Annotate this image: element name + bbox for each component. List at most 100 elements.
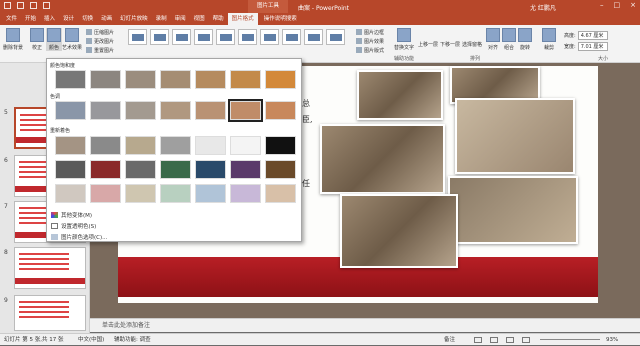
picture-style[interactable] — [282, 29, 301, 45]
notes-pane[interactable]: 单击此处添加备注 — [90, 318, 640, 332]
saturation-swatch[interactable] — [160, 70, 191, 89]
tab-picture-format[interactable]: 图片格式 — [227, 13, 258, 25]
tab-file[interactable]: 文件 — [2, 13, 21, 25]
corrections-button[interactable]: 校正 — [30, 28, 44, 51]
tone-swatch[interactable] — [90, 101, 121, 120]
picture-color-options-item[interactable]: 图片颜色选项(C)... — [51, 233, 107, 241]
crop-button[interactable]: 裁剪 — [542, 28, 556, 51]
photo-airship[interactable] — [455, 98, 575, 174]
reset-picture-button[interactable]: 重置图片 — [86, 47, 114, 54]
recolor-swatch[interactable] — [265, 160, 296, 179]
tab-view[interactable]: 视图 — [190, 13, 209, 25]
recolor-swatch[interactable] — [55, 136, 86, 155]
close-icon[interactable]: × — [630, 1, 636, 9]
minimize-icon[interactable]: – — [600, 1, 604, 9]
recolor-swatch[interactable] — [90, 184, 121, 203]
recolor-swatch[interactable] — [230, 184, 261, 203]
photo-cannon-soldiers[interactable] — [320, 124, 445, 194]
recolor-swatch[interactable] — [125, 184, 156, 203]
tone-swatch[interactable] — [55, 101, 86, 120]
photo-troops[interactable] — [357, 70, 443, 120]
present-icon[interactable] — [43, 2, 50, 9]
tab-insert[interactable]: 插入 — [40, 13, 59, 25]
reading-view-icon[interactable] — [506, 337, 514, 343]
tab-record[interactable]: 录制 — [152, 13, 171, 25]
slide-thumbnail[interactable] — [14, 295, 86, 331]
picture-style[interactable] — [326, 29, 345, 45]
recolor-swatch[interactable] — [125, 160, 156, 179]
recolor-swatch[interactable] — [265, 184, 296, 203]
saturation-swatch[interactable] — [195, 70, 226, 89]
recolor-swatch[interactable] — [230, 136, 261, 155]
rotate-button[interactable]: 旋转 — [518, 28, 532, 51]
color-button[interactable]: 颜色 — [46, 28, 62, 51]
saturation-swatch[interactable] — [125, 70, 156, 89]
tone-swatch-selected[interactable] — [228, 99, 263, 122]
photo-parade[interactable] — [448, 176, 578, 244]
tab-home[interactable]: 开始 — [21, 13, 40, 25]
slide-thumbnail[interactable] — [14, 247, 86, 289]
recolor-swatch[interactable] — [55, 184, 86, 203]
saturation-swatch[interactable] — [265, 70, 296, 89]
alt-text-button[interactable]: 替换文字 — [394, 28, 414, 51]
more-variations-item[interactable]: 其他变体(M) — [51, 211, 92, 219]
saturation-swatch[interactable] — [230, 70, 261, 89]
slide-sorter-icon[interactable] — [490, 337, 498, 343]
tone-swatch[interactable] — [265, 101, 296, 120]
recolor-swatch[interactable] — [55, 160, 86, 179]
selection-pane-button[interactable]: 选择窗格 — [462, 41, 482, 48]
recolor-swatch[interactable] — [230, 160, 261, 179]
artistic-effects-button[interactable]: 艺术效果 — [62, 28, 82, 51]
tone-swatch[interactable] — [125, 101, 156, 120]
notes-toggle[interactable]: 备注 — [444, 334, 455, 346]
normal-view-icon[interactable] — [474, 337, 482, 343]
tell-me-search[interactable]: 操作说明搜索 — [264, 13, 297, 25]
group-button[interactable]: 组合 — [502, 28, 516, 51]
picture-style[interactable] — [172, 29, 191, 45]
change-picture-button[interactable]: 更改图片 — [86, 38, 114, 45]
tone-swatch[interactable] — [160, 101, 191, 120]
recolor-swatch[interactable] — [160, 136, 191, 155]
recolor-swatch[interactable] — [195, 160, 226, 179]
saturation-swatch[interactable] — [90, 70, 121, 89]
zoom-level[interactable]: 93% — [606, 334, 618, 346]
tab-transitions[interactable]: 切换 — [78, 13, 97, 25]
picture-layout-button[interactable]: 图片版式 — [356, 47, 384, 54]
slideshow-icon[interactable] — [522, 337, 530, 343]
picture-style[interactable] — [150, 29, 169, 45]
tone-swatch[interactable] — [195, 101, 226, 120]
width-input[interactable]: 7.01 厘米 — [577, 42, 608, 51]
accessibility-status[interactable]: 辅助功能: 调查 — [114, 334, 151, 346]
height-input[interactable]: 4.67 厘米 — [577, 31, 608, 40]
picture-style[interactable] — [238, 29, 257, 45]
recolor-swatch[interactable] — [125, 136, 156, 155]
remove-background-button[interactable]: 删除背景 — [3, 28, 23, 51]
compress-pictures-button[interactable]: 压缩图片 — [86, 29, 114, 36]
bring-forward-button[interactable]: 上移一层 — [418, 41, 438, 48]
recolor-swatch[interactable] — [195, 184, 226, 203]
language-indicator[interactable]: 中文(中国) — [78, 334, 104, 346]
picture-style[interactable] — [216, 29, 235, 45]
recolor-swatch[interactable] — [265, 136, 296, 155]
tab-review[interactable]: 审阅 — [171, 13, 190, 25]
tab-help[interactable]: 帮助 — [209, 13, 228, 25]
photo-artillery[interactable] — [340, 194, 458, 268]
tab-slideshow[interactable]: 幻灯片放映 — [116, 13, 152, 25]
saturation-swatch[interactable] — [55, 70, 86, 89]
picture-style[interactable] — [260, 29, 279, 45]
align-button[interactable]: 对齐 — [486, 28, 500, 51]
recolor-swatch[interactable] — [195, 136, 226, 155]
picture-style[interactable] — [128, 29, 147, 45]
recolor-swatch[interactable] — [90, 160, 121, 179]
picture-style[interactable] — [194, 29, 213, 45]
picture-style[interactable] — [304, 29, 323, 45]
zoom-slider[interactable] — [540, 339, 600, 340]
recolor-swatch[interactable] — [160, 184, 191, 203]
picture-border-button[interactable]: 图片边框 — [356, 29, 384, 36]
recolor-swatch[interactable] — [90, 136, 121, 155]
tab-animations[interactable]: 动画 — [97, 13, 116, 25]
picture-effects-button[interactable]: 图片效果 — [356, 38, 384, 45]
send-backward-button[interactable]: 下移一层 — [440, 41, 460, 48]
set-transparent-color-item[interactable]: 设置透明色(S) — [51, 222, 96, 230]
save-icon[interactable] — [4, 2, 11, 9]
